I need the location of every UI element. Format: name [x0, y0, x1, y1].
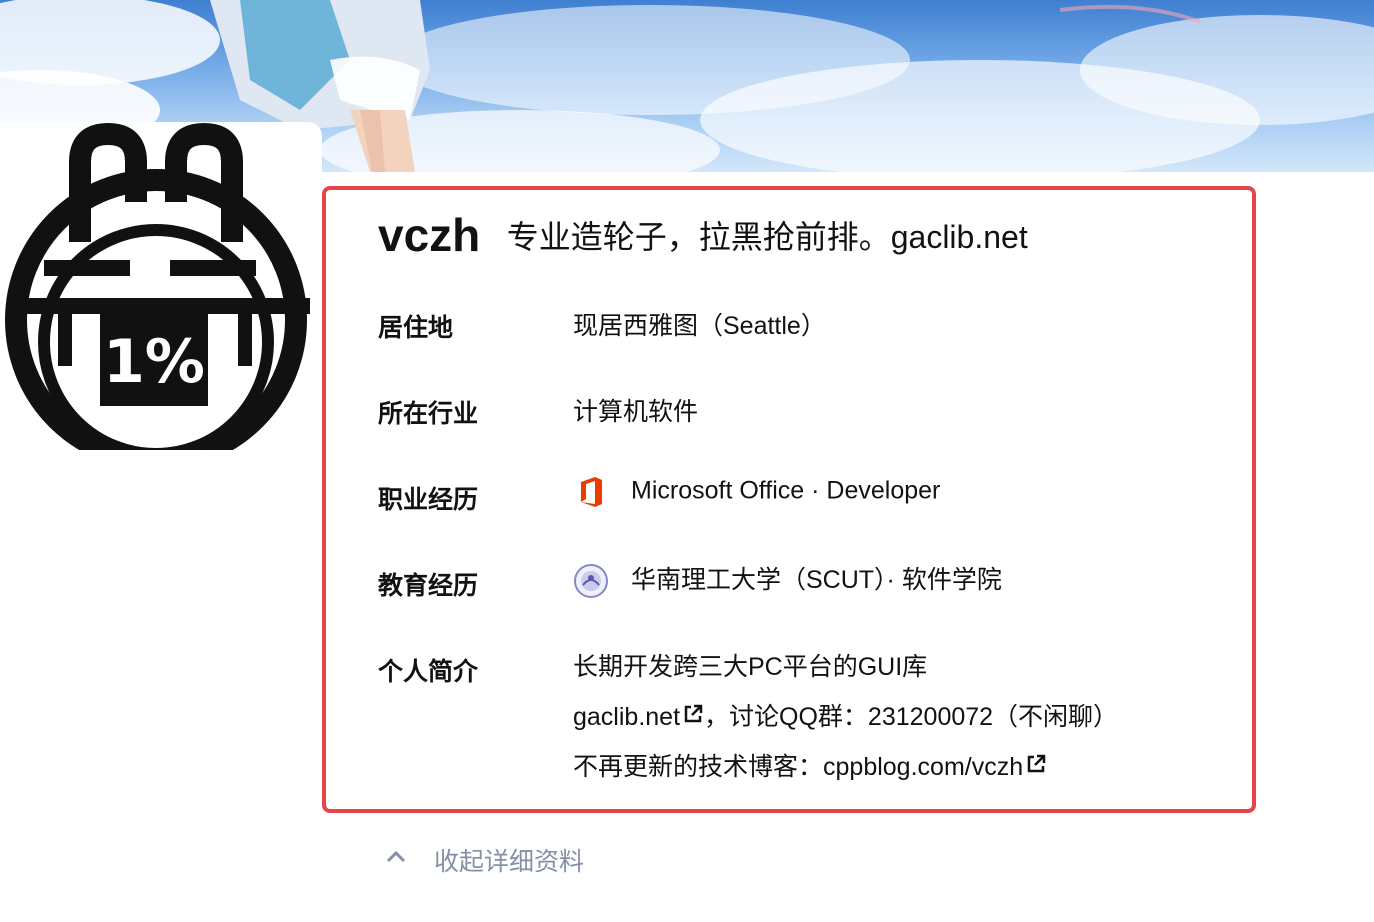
profile-headline: 专业造轮子，拉黑抢前排。gaclib.net — [506, 219, 1028, 255]
gaclib-link[interactable]: gaclib.net — [573, 703, 680, 731]
bio-line-1: 长期开发跨三大PC平台的GUI库 — [573, 653, 928, 681]
avatar-badge-text: 1% — [103, 327, 205, 397]
label-education: 教育经历 — [378, 572, 479, 600]
chevron-up-icon — [384, 845, 408, 876]
avatar-mascot-icon: 1% — [5, 122, 310, 450]
profile-detail-card: vczh 专业造轮子，拉黑抢前排。gaclib.net 居住地 现居西雅图（Se… — [322, 186, 1256, 813]
avatar[interactable]: 1% — [0, 122, 322, 450]
bio-line-3: 不再更新的技术博客：cppblog.com/vczh — [573, 742, 1118, 792]
label-career: 职业经历 — [378, 486, 479, 514]
profile-name: vczh — [378, 209, 481, 261]
bio-line-3-prefix: 不再更新的技术博客： — [573, 753, 824, 781]
bio-line-2: gaclib.net ，讨论QQ群：231200072（不闲聊） — [573, 692, 1118, 742]
collapse-details-label: 收起详细资料 — [434, 848, 585, 876]
bio-line-2-rest: ，讨论QQ群：231200072（不闲聊） — [704, 703, 1119, 731]
bio-text: 长期开发跨三大PC平台的GUI库 gaclib.net ，讨论QQ群：231200… — [573, 642, 1118, 792]
label-location: 居住地 — [378, 314, 454, 342]
office-logo-icon — [573, 474, 609, 510]
cppblog-link[interactable]: cppblog.com/vczh — [823, 753, 1023, 781]
label-industry: 所在行业 — [378, 400, 479, 428]
career-text: Microsoft Office · Developer — [631, 476, 941, 505]
label-bio: 个人简介 — [378, 658, 479, 686]
external-link-icon — [1025, 742, 1047, 792]
value-industry[interactable]: 计算机软件 — [573, 392, 698, 428]
scut-logo-icon — [573, 563, 609, 599]
value-education[interactable]: 华南理工大学（SCUT）· 软件学院 — [573, 560, 1002, 599]
education-text: 华南理工大学（SCUT）· 软件学院 — [631, 566, 1002, 594]
value-career[interactable]: Microsoft Office · Developer — [573, 474, 940, 510]
collapse-details-button[interactable]: 收起详细资料 — [384, 842, 584, 878]
external-link-icon — [682, 692, 704, 742]
profile-header: vczh 专业造轮子，拉黑抢前排。gaclib.net — [378, 208, 1028, 262]
value-location: 现居西雅图（Seattle） — [573, 312, 826, 340]
